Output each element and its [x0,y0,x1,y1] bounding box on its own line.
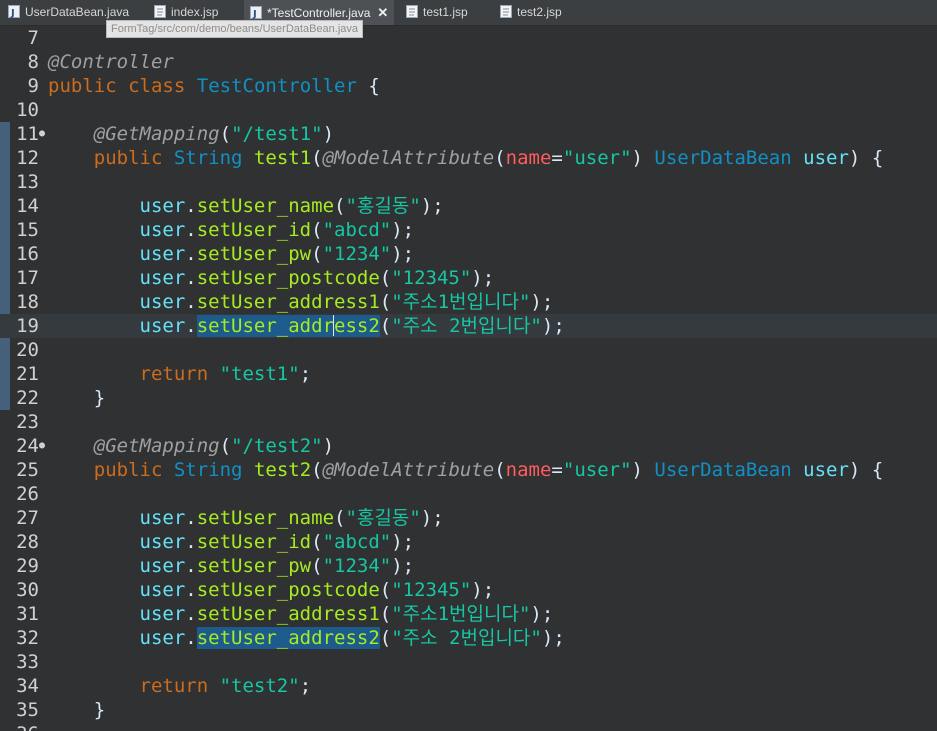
code-line: 15 user.setUser_id("abcd"); [16,219,415,241]
close-icon[interactable]: ✕ [377,0,388,25]
code-line: 9 public class TestController { [27,75,380,97]
code-line: 8 @Controller [27,51,174,73]
java-file-icon: J [250,6,262,19]
code-line: 34 return "test2"; [16,675,312,697]
code-line: 31 user.setUser_address1("주소1번입니다"); [16,603,554,625]
jsp-file-icon [500,5,512,18]
code-line: 11 ● @GetMapping("/test1") [16,122,335,146]
code-editor[interactable]: 7 8 @Controller 9 public class TestControl… [0,26,937,731]
code-line: 24 ● @GetMapping("/test2") [16,434,335,458]
code-line: 12 public String test1(@ModelAttribute(n… [16,147,884,169]
tab-test2-jsp[interactable]: test2.jsp [492,0,570,25]
code-line: 17 user.setUser_postcode("12345"); [16,267,495,289]
jsp-file-icon [154,5,166,18]
jsp-file-icon [406,5,418,18]
code-line: 29 user.setUser_pw("1234"); [16,555,415,577]
tab-label: index.jsp [171,5,219,19]
code-line: 13 [16,171,39,193]
tab-label: UserDataBean.java [25,5,130,19]
occurrence-highlight: setUser_address2 [196,315,380,337]
code-line: 23 [16,411,39,433]
occurrence-highlight: setUser_address2 [196,627,380,649]
code-line-current: 19 user.setUser_address2("주소 2번입니다"); [0,314,937,338]
tab-label: test2.jsp [517,5,562,19]
code-line: 28 user.setUser_id("abcd"); [16,531,415,553]
tab-label: *TestController.java [267,6,371,20]
tab-label: test1.jsp [423,5,468,19]
code-line: 18 user.setUser_address1("주소1번입니다"); [16,291,554,313]
code-line: 21 return "test1"; [16,363,312,385]
code-line: 32 user.setUser_address2("주소 2번입니다"); [16,627,565,649]
code-line: 26 [16,483,39,505]
svg-text:J: J [10,8,15,18]
java-file-icon: J [8,5,20,18]
fold-toggle-icon[interactable]: ● [39,122,47,146]
tab-test1-jsp[interactable]: test1.jsp [398,0,476,25]
fold-toggle-icon[interactable]: ● [39,434,47,458]
file-path-tooltip: FormTag/src/com/demo/beans/UserDataBean.… [106,20,363,38]
code-line: 36 [0,722,937,731]
code-line: 14 user.setUser_name("홍길동"); [16,195,444,217]
code-line: 30 user.setUser_postcode("12345"); [16,579,495,601]
code-line: 25 public String test2(@ModelAttribute(n… [16,459,884,481]
code-line: 10 [16,99,39,121]
code-line: 33 [16,651,39,673]
code-line: 27 user.setUser_name("홍길동"); [16,507,444,529]
code-line: 35 } [16,699,106,721]
code-line: 22 } [16,387,106,409]
svg-text:J: J [252,9,257,19]
code-line: 16 user.setUser_pw("1234"); [16,243,415,265]
code-line: 20 [16,339,39,361]
